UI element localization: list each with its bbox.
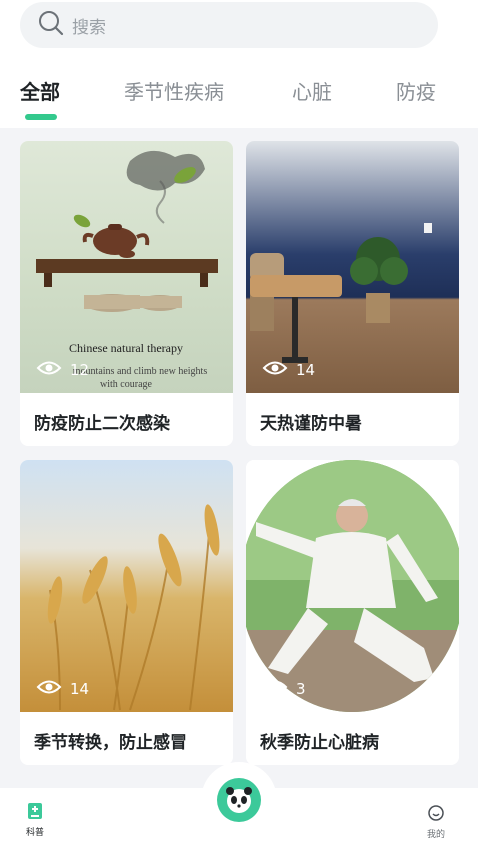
view-count: 14 [262,359,315,381]
search-icon [38,10,64,40]
book-icon [27,803,43,823]
article-card[interactable]: Chinese natural therapy mountains and cl… [20,141,233,446]
smile-icon [427,805,445,825]
view-count-value: 14 [70,680,90,698]
panda-icon [217,778,261,822]
image-caption-title: Chinese natural therapy [69,341,183,355]
article-title: 防疫防止二次感染 [34,414,170,434]
tab-seasonal-disease[interactable]: 季节性疾病 [124,76,224,105]
article-card[interactable]: 14 天热谨防中暑 [246,141,459,446]
article-image-room: 14 [246,141,459,393]
nav-label-popular-science: 科普 [26,828,45,838]
category-tabs: 全部 季节性疾病 心脏 防疫 [0,66,478,122]
article-card[interactable]: 3 秋季防止心脏病 [246,460,459,765]
article-title: 季节转换，防止感冒 [34,733,187,753]
active-tab-indicator [25,114,57,120]
nav-item-popular-science[interactable]: 科普 [26,802,44,838]
article-grid: Chinese natural therapy mountains and cl… [0,128,478,788]
nav-item-me[interactable]: 我的 [427,804,445,840]
center-action-button[interactable] [201,762,277,838]
view-count: 14 [36,678,89,700]
bottom-tab-bar: 科普 我的 [0,762,478,850]
view-count: 3 [262,678,306,700]
image-caption-line-1: mountains and climb new heights [73,366,208,377]
article-title: 天热谨防中暑 [260,414,362,434]
view-count: 12 [36,359,89,381]
view-count-value: 14 [296,361,316,379]
image-caption-line-2: with courage [100,379,152,390]
article-image-taichi: 3 [246,460,459,712]
eye-icon [36,678,70,700]
tab-heart[interactable]: 心脏 [292,76,332,105]
article-image-wheat: 14 [20,460,233,712]
tab-all[interactable]: 全部 [20,76,60,105]
tab-epidemic-prevention[interactable]: 防疫 [396,76,436,105]
view-count-value: 12 [70,361,90,379]
eye-icon [36,359,70,381]
page: 搜索 全部 季节性疾病 心脏 防疫 Chinese natural therap… [0,0,478,850]
article-image-tea: Chinese natural therapy mountains and cl… [20,141,233,393]
search-placeholder: 搜索 [72,17,106,38]
article-title: 秋季防止心脏病 [260,733,379,753]
nav-label-me: 我的 [427,830,446,840]
view-count-value: 3 [296,680,306,698]
article-card[interactable]: 14 季节转换，防止感冒 [20,460,233,765]
search-bar[interactable]: 搜索 [20,2,438,48]
eye-icon [262,678,296,700]
eye-icon [262,359,296,381]
